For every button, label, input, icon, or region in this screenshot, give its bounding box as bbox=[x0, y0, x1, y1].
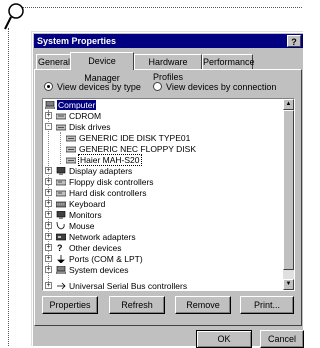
tree-item-label: Mouse bbox=[69, 221, 95, 231]
system-devices-icon bbox=[56, 266, 66, 274]
disk-drive-icon bbox=[66, 157, 76, 164]
tree-item-label: Display adapters bbox=[69, 166, 133, 176]
tab-general[interactable]: General bbox=[36, 54, 72, 69]
tree-item-label: GENERIC NEC FLOPPY DISK bbox=[79, 144, 196, 154]
tree-item-label: Universal Serial Bus controllers bbox=[69, 281, 188, 291]
tree-item-label: Disk drives bbox=[69, 122, 111, 132]
display-adapter-icon bbox=[56, 167, 66, 175]
expand-toggle[interactable]: + bbox=[45, 112, 52, 119]
tab-performance[interactable]: Performance bbox=[202, 54, 255, 69]
expand-toggle[interactable]: + bbox=[45, 167, 52, 174]
disk-drive-icon bbox=[56, 124, 66, 131]
callout-left-border bbox=[8, 28, 9, 346]
floppy-controller-icon bbox=[56, 179, 66, 186]
system-properties-window: System Properties ? General Device Manag… bbox=[31, 31, 304, 348]
disk-drive-icon bbox=[66, 135, 76, 142]
collapse-toggle[interactable]: - bbox=[45, 123, 52, 130]
callout-top-border bbox=[22, 7, 302, 8]
hard-disk-controller-icon bbox=[56, 190, 66, 197]
device-tree[interactable]: Computer + CDROM - Disk drives GENERIC I… bbox=[42, 98, 295, 291]
remove-button[interactable]: Remove bbox=[175, 296, 231, 314]
view-by-connection-label: View devices by connection bbox=[166, 82, 277, 92]
properties-button[interactable]: Properties bbox=[42, 296, 98, 314]
tab-strip: General Device Manager Hardware Profiles… bbox=[34, 52, 303, 83]
computer-icon bbox=[45, 101, 55, 109]
expand-toggle[interactable]: + bbox=[45, 255, 52, 262]
tree-item-label: Computer bbox=[57, 100, 97, 110]
tree-item-label: Floppy disk controllers bbox=[69, 177, 154, 187]
tree-connector bbox=[60, 132, 61, 164]
disk-drive-icon bbox=[66, 146, 76, 153]
view-by-connection-radio[interactable] bbox=[153, 82, 162, 91]
expand-toggle[interactable]: + bbox=[45, 282, 52, 289]
monitor-icon bbox=[56, 211, 66, 219]
magnifier-icon bbox=[4, 3, 24, 30]
tree-item-label: Monitors bbox=[69, 210, 102, 220]
expand-toggle[interactable]: + bbox=[45, 233, 52, 240]
tree-item-label: Haier MAH-S20 bbox=[78, 154, 142, 166]
tree-item-label: Hard disk controllers bbox=[69, 188, 147, 198]
tree-item-label: System devices bbox=[69, 265, 129, 275]
expand-toggle[interactable]: + bbox=[45, 222, 52, 229]
tree-item-label: Other devices bbox=[69, 243, 122, 253]
print-button[interactable]: Print... bbox=[240, 296, 294, 314]
window-title: System Properties bbox=[37, 36, 117, 46]
scroll-down-button[interactable]: ▼ bbox=[283, 279, 294, 290]
expand-toggle[interactable]: + bbox=[45, 211, 52, 218]
refresh-button[interactable]: Refresh bbox=[109, 296, 165, 314]
view-by-connection-option[interactable]: View devices by connection bbox=[153, 81, 276, 93]
mouse-icon bbox=[56, 222, 65, 230]
tree-scrollbar[interactable]: ▲ ▼ bbox=[283, 99, 294, 290]
expand-toggle[interactable]: + bbox=[45, 189, 52, 196]
cdrom-icon bbox=[56, 113, 66, 120]
view-by-type-radio[interactable] bbox=[44, 82, 53, 91]
port-icon bbox=[57, 255, 65, 263]
question-icon: ? bbox=[57, 243, 63, 253]
tree-item-label: Keyboard bbox=[69, 199, 106, 209]
cancel-button[interactable]: Cancel bbox=[260, 330, 304, 348]
network-adapter-icon bbox=[56, 233, 66, 241]
title-bar: System Properties ? bbox=[34, 34, 303, 48]
expand-toggle[interactable]: + bbox=[45, 178, 52, 185]
usb-icon bbox=[57, 282, 66, 290]
help-button[interactable]: ? bbox=[287, 35, 301, 47]
tree-item-label: CDROM bbox=[69, 111, 102, 121]
ok-button[interactable]: OK bbox=[196, 330, 252, 348]
tree-item-label: Ports (COM & LPT) bbox=[69, 254, 143, 264]
scroll-up-button[interactable]: ▲ bbox=[283, 99, 294, 110]
scroll-thumb[interactable] bbox=[283, 110, 294, 270]
expand-toggle[interactable]: + bbox=[45, 244, 52, 251]
tab-device-manager[interactable]: Device Manager bbox=[70, 52, 134, 83]
keyboard-icon bbox=[56, 201, 66, 208]
expand-toggle[interactable]: + bbox=[45, 266, 52, 273]
tree-item-label: GENERIC IDE DISK TYPE01 bbox=[79, 133, 191, 143]
tab-hardware-profiles[interactable]: Hardware Profiles bbox=[134, 54, 202, 82]
expand-toggle[interactable]: + bbox=[45, 200, 52, 207]
tree-item-label: Network adapters bbox=[69, 232, 136, 242]
